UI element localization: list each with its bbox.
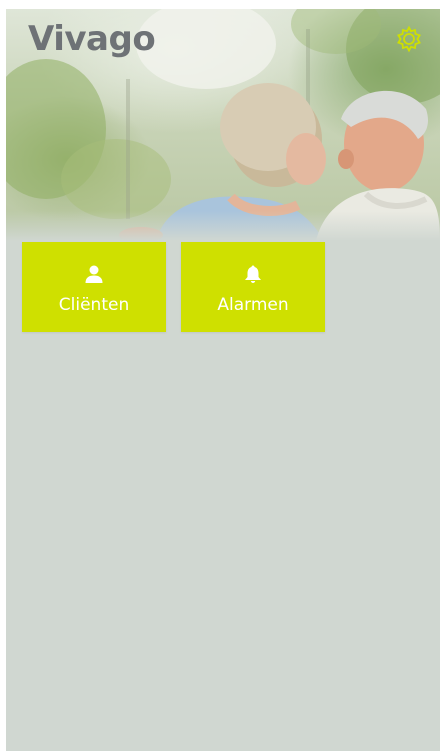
settings-button[interactable]: [395, 25, 423, 53]
alarmen-tile[interactable]: Alarmen: [181, 242, 325, 332]
app-screen: Vivago Cliënten Alarmen: [6, 9, 440, 751]
clienten-label: Cliënten: [58, 295, 130, 315]
bell-icon: [245, 265, 261, 283]
vivago-logo: Vivago: [28, 19, 156, 59]
person-icon: [85, 265, 103, 283]
hero-banner: Vivago: [6, 9, 440, 241]
clienten-tile[interactable]: Cliënten: [22, 242, 166, 332]
gear-icon: [397, 25, 421, 53]
alarmen-label: Alarmen: [217, 295, 289, 315]
menu-tiles: Cliënten Alarmen: [22, 242, 352, 332]
hero-fade: [6, 211, 440, 241]
